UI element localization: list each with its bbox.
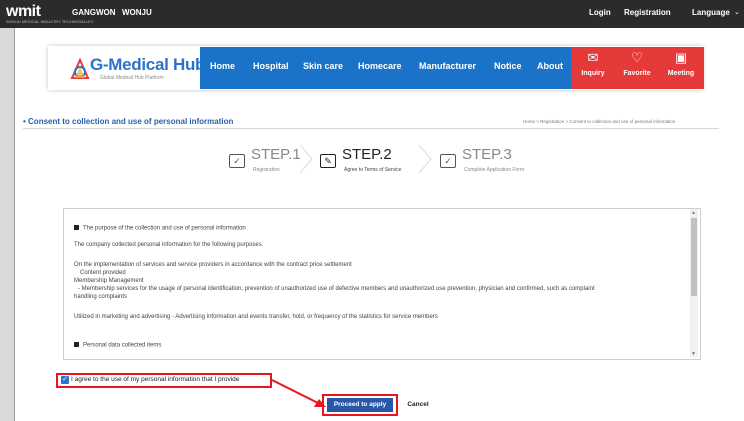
nav-homecare[interactable]: Homecare [358,61,402,71]
breadcrumb: Home > Registration > Consent to collect… [523,119,676,124]
region-wonju-link[interactable]: WONJU [122,8,152,17]
language-menu[interactable]: Language [692,8,730,17]
edit-icon: ✎ [320,154,336,168]
terms-scroll-box[interactable]: The purpose of the collection and use of… [63,208,701,360]
terms-paragraph: Membership Management [74,278,144,284]
brand-subtitle: Global Medical Hub Platform [100,75,164,81]
top-bar: wmit WONJU MEDICAL INDUSTRY TECHNOVALLEY… [0,0,744,28]
terms-heading: The purpose of the collection and use of… [74,225,246,232]
agree-label[interactable]: I agree to the use of my personal inform… [71,376,239,383]
step-3-name: STEP.3 [462,146,512,163]
terms-paragraph: The company collected personal informati… [74,242,264,248]
favorite-label: Favorite [623,70,651,77]
heart-icon: ♡ [631,50,643,65]
envelope-icon: ✉ [587,50,599,65]
chevron-right-icon [418,144,432,174]
nav-notice[interactable]: Notice [494,61,522,71]
login-link[interactable]: Login [589,8,611,17]
agree-checkbox[interactable]: ✓ [61,376,69,384]
calendar-icon: ▣ [674,50,688,65]
chevron-down-icon[interactable]: ⌄ [734,8,740,16]
nav-hospital[interactable]: Hospital [253,61,289,71]
terms-paragraph: handling complaints [74,294,128,300]
region-gangwon-link[interactable]: GANGWON [72,8,116,17]
inquiry-label: Inquiry [581,70,605,77]
terms-scrollbar-thumb[interactable] [691,218,697,296]
chevron-right-icon [299,144,313,174]
g-medical-hub-logo-icon [70,57,90,79]
action-nav: ✉ Inquiry ♡ Favorite ▣ Meeting [571,47,704,89]
terms-paragraph: Utilized in marketing and advertising - … [74,314,438,320]
terms-heading: Personal data collected items [74,342,161,349]
terms-paragraph: Content provided [80,270,126,276]
terms-heading-text: The purpose of the collection and use of… [83,225,246,232]
title-divider [23,128,719,129]
registration-link[interactable]: Registration [624,8,671,17]
step-1-name: STEP.1 [251,146,301,163]
checkbox-icon: ✓ [229,154,245,168]
step-3-sub: Complete Application Form [464,167,525,173]
proceed-button[interactable]: Proceed to apply [327,398,393,412]
bullet-icon [74,225,79,230]
terms-paragraph: On the implementation of services and se… [74,262,352,268]
page-title-text: Consent to collection and use of persona… [28,117,234,126]
left-margin [0,28,14,421]
main-nav: Home Hospital Skin care Homecare Manufac… [200,47,571,89]
terms-paragraph: - Membership services for the usage of p… [78,286,595,292]
document-check-icon: ✓ [440,154,456,168]
cancel-button[interactable]: Cancel [404,398,432,412]
nav-manufacturer[interactable]: Manufacturer [419,61,476,71]
meeting-label: Meeting [667,70,695,77]
nav-home[interactable]: Home [210,61,235,71]
inquiry-button[interactable]: ✉ Inquiry [571,50,615,78]
scroll-up-icon[interactable]: ▲ [691,210,696,216]
page-title: • Consent to collection and use of perso… [23,117,234,126]
step-2-sub: Agree to Terms of Service [344,167,402,173]
terms-heading-2-text: Personal data collected items [83,342,162,349]
step-2-name: STEP.2 [342,146,392,163]
bullet-icon [74,342,79,347]
wmit-logo-subtitle: WONJU MEDICAL INDUSTRY TECHNOVALLEY [6,19,94,24]
nav-skin-care[interactable]: Skin care [303,61,343,71]
scroll-down-icon[interactable]: ▼ [691,351,696,357]
nav-about[interactable]: About [537,61,563,71]
favorite-button[interactable]: ♡ Favorite [615,50,659,78]
step-1-sub: Registration [253,167,280,173]
meeting-button[interactable]: ▣ Meeting [659,50,703,78]
brand-title[interactable]: G-Medical Hub [90,55,205,75]
left-divider [14,28,15,421]
